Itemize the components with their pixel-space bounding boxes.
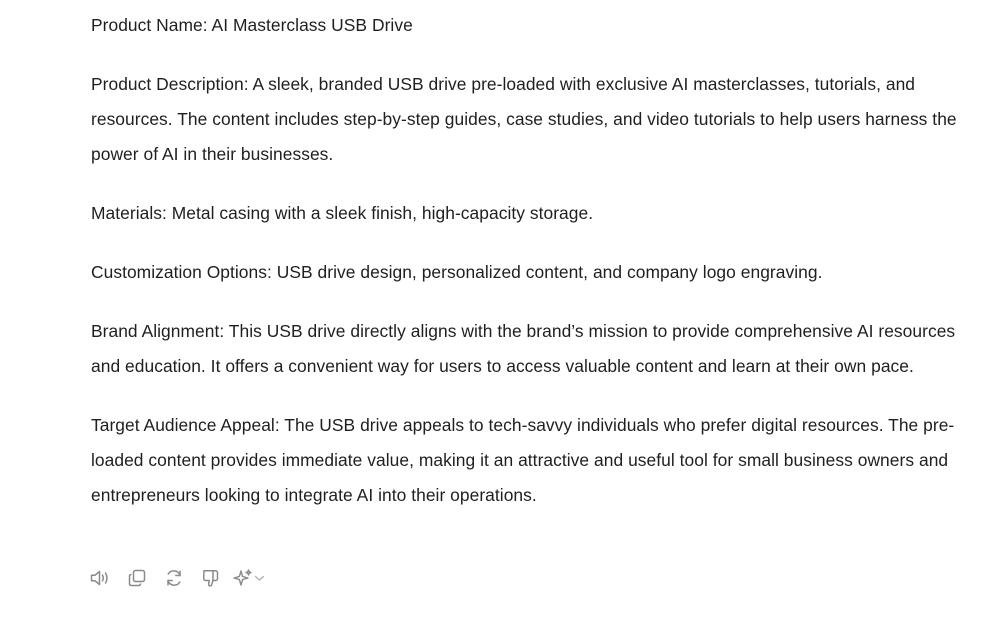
copy-button[interactable] [125,566,149,590]
assistant-response: Product Name: AI Masterclass USB Drive P… [91,8,986,513]
target-audience-paragraph: Target Audience Appeal: The USB drive ap… [91,415,955,505]
chevron-down-icon [254,575,265,581]
more-options-button[interactable] [233,566,265,590]
read-aloud-button[interactable] [88,566,112,590]
brand-alignment-paragraph: Brand Alignment: This USB drive directly… [91,321,956,376]
response-action-bar [88,566,265,590]
regenerate-icon [167,570,181,586]
sparkle-icon [233,569,252,586]
materials-paragraph: Materials: Metal casing with a sleek fin… [91,203,594,223]
thumbs-down-icon [202,570,219,587]
copy-icon [128,569,146,587]
product-name-paragraph: Product Name: AI Masterclass USB Drive [91,15,413,35]
regenerate-button[interactable] [162,566,186,590]
product-description-paragraph: Product Description: A sleek, branded US… [91,74,957,164]
speaker-icon [90,570,108,586]
customization-options-paragraph: Customization Options: USB drive design,… [91,262,823,282]
dislike-button[interactable] [199,566,223,590]
